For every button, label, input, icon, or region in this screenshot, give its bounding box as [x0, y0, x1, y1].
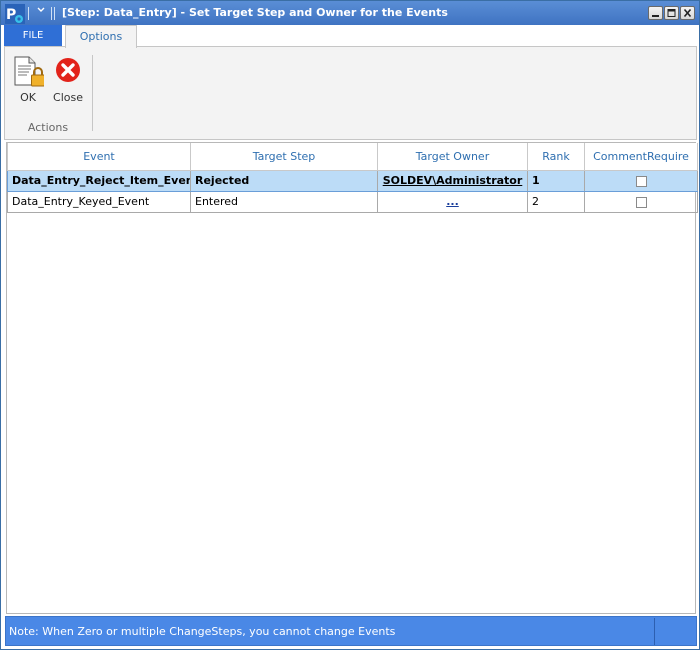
quick-access-dropdown-icon[interactable] — [35, 5, 47, 19]
ok-button[interactable]: OK — [11, 55, 45, 107]
rank-cell[interactable]: 2 — [527, 190, 585, 213]
comment-require-cell[interactable] — [584, 169, 698, 192]
status-note: Note: When Zero or multiple ChangeSteps,… — [9, 625, 396, 638]
quick-access-separator — [54, 7, 55, 20]
ribbon-panel: OK Close Actions — [4, 46, 697, 140]
events-grid: Event Target Step Target Owner Rank Comm… — [6, 142, 698, 614]
target-owner-link[interactable]: SOLDEV\Administrator — [383, 174, 523, 187]
close-button[interactable]: Close — [51, 55, 85, 107]
event-cell[interactable]: Data_Entry_Reject_Item_Event — [7, 169, 191, 192]
close-circle-icon — [56, 58, 80, 82]
ribbon-group-separator — [92, 55, 93, 131]
table-row[interactable]: Data_Entry_Keyed_Event Entered ... 2 — [7, 190, 698, 213]
title-bar[interactable]: P [Step: Data_Entry] - Set Target Step a… — [1, 1, 699, 25]
event-cell[interactable]: Data_Entry_Keyed_Event — [7, 190, 191, 213]
target-step-cell[interactable]: Rejected — [190, 169, 378, 192]
quick-access-separator — [51, 7, 52, 20]
status-bar: Note: When Zero or multiple ChangeSteps,… — [5, 616, 697, 646]
column-header-event[interactable]: Event — [7, 143, 191, 171]
table-row[interactable]: Data_Entry_Reject_Item_Event Rejected SO… — [7, 169, 698, 192]
target-step-cell[interactable]: Entered — [190, 190, 378, 213]
window-title: [Step: Data_Entry] - Set Target Step and… — [62, 6, 448, 19]
rank-cell[interactable]: 1 — [527, 169, 585, 192]
column-header-rank[interactable]: Rank — [527, 143, 585, 171]
close-button-label: Close — [53, 91, 83, 104]
ribbon-tabs: FILE Options — [1, 25, 699, 48]
target-owner-browse-button[interactable]: ... — [446, 195, 459, 208]
app-icon[interactable]: P — [5, 4, 25, 24]
column-header-target-owner[interactable]: Target Owner — [377, 143, 528, 171]
close-icon — [683, 8, 692, 18]
target-owner-cell[interactable]: ... — [377, 190, 528, 213]
minimize-button[interactable] — [648, 6, 663, 20]
minimize-icon — [652, 15, 659, 17]
column-header-comment-require[interactable]: CommentRequire — [584, 143, 698, 171]
document-lock-icon — [14, 56, 44, 87]
quick-access-separator — [28, 7, 29, 20]
grid-header-row: Event Target Step Target Owner Rank Comm… — [7, 143, 698, 171]
comment-require-cell[interactable] — [584, 190, 698, 213]
tab-file[interactable]: FILE — [4, 25, 62, 47]
ok-button-label: OK — [20, 91, 36, 104]
column-header-target-step[interactable]: Target Step — [190, 143, 378, 171]
comment-require-checkbox[interactable] — [635, 196, 647, 208]
status-separator — [654, 618, 655, 645]
actions-group-label: Actions — [27, 121, 69, 134]
tab-options[interactable]: Options — [65, 25, 137, 48]
app-window: P [Step: Data_Entry] - Set Target Step a… — [0, 0, 700, 650]
close-window-button[interactable] — [680, 6, 695, 20]
svg-text:P: P — [6, 7, 16, 23]
comment-require-checkbox[interactable] — [635, 175, 647, 187]
maximize-icon — [667, 9, 676, 17]
target-owner-cell[interactable]: SOLDEV\Administrator — [377, 169, 528, 192]
maximize-button[interactable] — [664, 6, 679, 20]
